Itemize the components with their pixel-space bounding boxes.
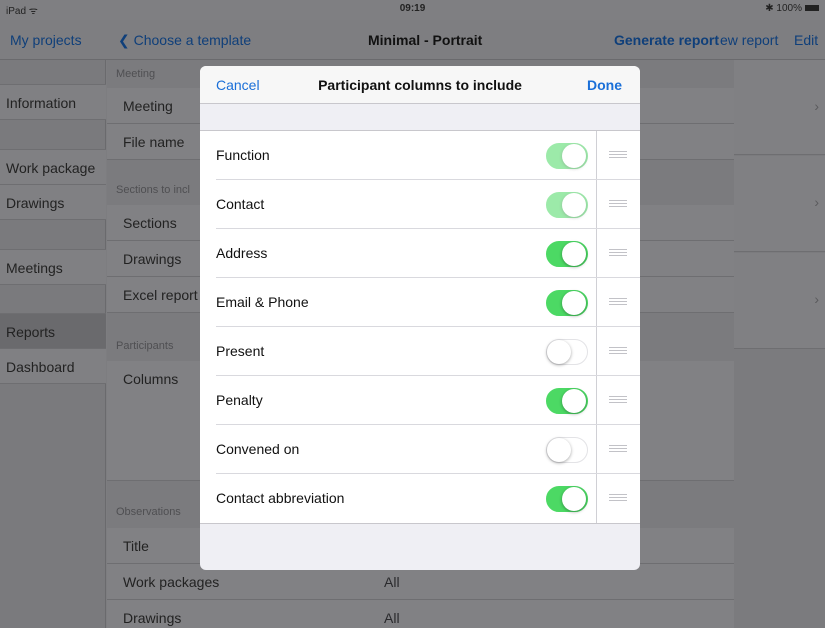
sidebar-item-meetings[interactable]: Meetings <box>0 249 106 285</box>
chevron-right-icon: › <box>814 291 819 307</box>
column-toggle-switch[interactable] <box>546 388 588 414</box>
column-row: Address <box>200 229 640 278</box>
row-label: Work packages <box>123 574 220 590</box>
battery-label: ✱ 100% <box>765 3 802 14</box>
clock: 09:19 <box>399 3 426 14</box>
generate-report-button[interactable]: Generate report <box>614 32 719 48</box>
row-label: Meeting <box>123 98 173 114</box>
column-toggle-switch[interactable] <box>546 437 588 463</box>
column-label: Penalty <box>216 392 263 408</box>
column-row: Contact abbreviation <box>200 474 640 523</box>
preview-cell[interactable]: › <box>734 60 825 155</box>
sidebar-item-information[interactable]: Information <box>0 84 106 120</box>
column-label: Present <box>216 343 265 359</box>
column-toggle-switch <box>546 192 588 218</box>
edit-button[interactable]: Edit <box>794 32 818 48</box>
reorder-handle-icon[interactable] <box>609 200 627 208</box>
sidebar-item-work-package[interactable]: Work package <box>0 149 106 185</box>
row-label: Columns <box>123 371 179 387</box>
reorder-handle-icon[interactable] <box>609 494 627 502</box>
toggle-knob <box>562 193 586 217</box>
reorder-handle-icon[interactable] <box>609 151 627 159</box>
column-label: Convened on <box>216 441 300 457</box>
column-toggle-switch <box>546 143 588 169</box>
modal-header: Cancel Participant columns to include Do… <box>200 66 640 104</box>
row-label: Drawings <box>123 610 182 626</box>
row-label: Sections <box>123 215 177 231</box>
my-projects-button[interactable]: My projects <box>10 32 82 48</box>
section-header-sections: Sections to incl <box>116 184 190 196</box>
reorder-handle-icon[interactable] <box>609 298 627 306</box>
toggle-knob <box>547 438 571 462</box>
row-drawings-bottom[interactable]: Drawings All <box>107 600 734 628</box>
sidebar-item-dashboard[interactable]: Dashboard <box>0 348 106 384</box>
battery-icon <box>805 5 819 12</box>
column-list: Function Contact Address Email & Phone Prese… <box>200 130 640 524</box>
battery-indicator: ✱ 100% <box>765 3 819 14</box>
toggle-knob <box>562 487 586 511</box>
navigation-bar: My projects ❮ Choose a template Minimal … <box>0 20 825 60</box>
reorder-handle-icon[interactable] <box>609 347 627 355</box>
row-label: Title <box>123 538 149 554</box>
section-header-meeting: Meeting <box>116 68 156 80</box>
preview-cell[interactable]: › <box>734 156 825 252</box>
back-label: Choose a template <box>133 32 252 48</box>
row-label: Excel report <box>123 287 198 303</box>
section-header-observations: Observations <box>116 506 181 518</box>
back-button[interactable]: ❮ Choose a template <box>118 32 251 49</box>
preview-cell[interactable]: › <box>734 253 825 349</box>
column-toggle-switch[interactable] <box>546 486 588 512</box>
sidebar-item-drawings[interactable]: Drawings <box>0 184 106 220</box>
column-label: Contact <box>216 196 265 212</box>
column-row: Present <box>200 327 640 376</box>
row-label: File name <box>123 134 185 150</box>
column-row: Contact <box>200 180 640 229</box>
sidebar-item-reports[interactable]: Reports <box>0 313 106 349</box>
toggle-knob <box>547 340 571 364</box>
reorder-handle-icon[interactable] <box>609 445 627 453</box>
row-label: Drawings <box>123 251 182 267</box>
modal-title: Participant columns to include <box>318 77 522 93</box>
toggle-knob <box>562 291 586 315</box>
column-label: Address <box>216 245 268 261</box>
column-label: Contact abbreviation <box>216 490 345 506</box>
column-row: Email & Phone <box>200 278 640 327</box>
toggle-knob <box>562 389 586 413</box>
row-value: All <box>384 574 400 590</box>
reorder-handle-icon[interactable] <box>609 396 627 404</box>
toggle-knob <box>562 144 586 168</box>
status-bar: iPad ᯤ 09:19 ✱ 100% <box>0 0 825 20</box>
column-toggle-switch[interactable] <box>546 290 588 316</box>
toggle-knob <box>562 242 586 266</box>
chevron-right-icon: › <box>814 194 819 210</box>
view-report-button[interactable]: ew report <box>720 32 778 48</box>
section-header-participants: Participants <box>116 340 174 352</box>
page-title: Minimal - Portrait <box>368 32 483 48</box>
reorder-handle-icon[interactable] <box>609 249 627 257</box>
row-value: All <box>384 610 400 626</box>
participant-columns-modal: Cancel Participant columns to include Do… <box>200 66 640 570</box>
column-row: Convened on <box>200 425 640 474</box>
column-row: Penalty <box>200 376 640 425</box>
column-label: Email & Phone <box>216 294 309 310</box>
report-preview-pane: › › › <box>734 60 825 628</box>
chevron-left-icon: ❮ <box>118 32 134 48</box>
chevron-right-icon: › <box>814 98 819 114</box>
done-button[interactable]: Done <box>587 77 622 93</box>
column-toggle-switch[interactable] <box>546 241 588 267</box>
column-row: Function <box>200 131 640 180</box>
sidebar: Information Work package Drawings Meetin… <box>0 60 106 628</box>
column-toggle-switch[interactable] <box>546 339 588 365</box>
column-label: Function <box>216 147 270 163</box>
